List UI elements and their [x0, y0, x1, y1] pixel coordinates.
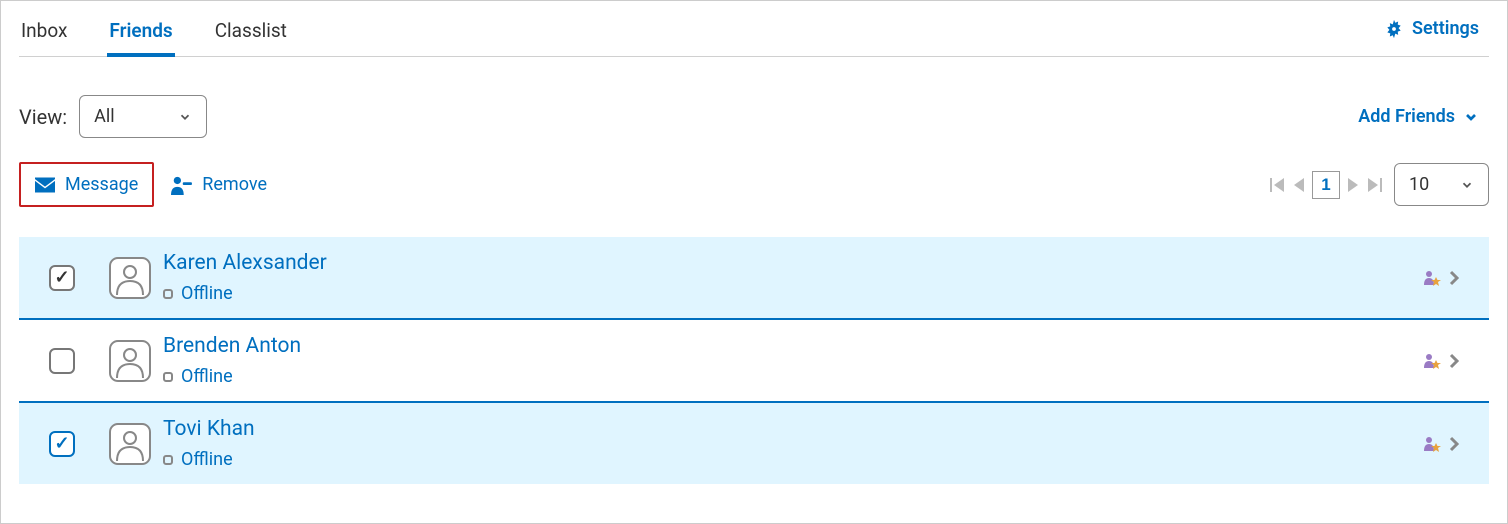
message-button[interactable]: Message: [19, 162, 154, 207]
check-icon: ✓: [54, 267, 69, 288]
message-label: Message: [65, 174, 138, 195]
friend-star-icon[interactable]: [1423, 269, 1441, 287]
view-selected-value: All: [94, 106, 115, 127]
chevron-right-icon[interactable]: [1449, 436, 1459, 452]
next-page-icon[interactable]: [1348, 178, 1358, 192]
view-select[interactable]: All: [79, 95, 207, 138]
status-dot-icon: [163, 372, 173, 382]
settings-link[interactable]: Settings: [1384, 18, 1489, 47]
chevron-right-icon[interactable]: [1449, 270, 1459, 286]
tab-classlist[interactable]: Classlist: [213, 9, 289, 56]
friend-row: ✓ Karen Alexsander Offline: [19, 237, 1489, 320]
chevron-right-icon[interactable]: [1449, 353, 1459, 369]
friend-star-icon[interactable]: [1423, 435, 1441, 453]
chevron-down-icon: [1460, 178, 1474, 192]
page-size-value: 10: [1409, 174, 1429, 195]
chevron-down-icon: [1463, 109, 1479, 125]
friend-name[interactable]: Brenden Anton: [163, 334, 1423, 358]
status-dot-icon: [163, 455, 173, 465]
tab-inbox[interactable]: Inbox: [19, 9, 69, 56]
chevron-down-icon: [178, 110, 192, 124]
avatar-icon: [109, 423, 151, 465]
friend-status: Offline: [181, 366, 233, 387]
friend-checkbox[interactable]: ✓: [49, 265, 75, 291]
friend-row: ✓ Tovi Khan Offline: [19, 403, 1489, 484]
friend-checkbox[interactable]: [49, 348, 75, 374]
page-input[interactable]: [1312, 171, 1340, 199]
last-page-icon[interactable]: [1366, 178, 1382, 192]
envelope-icon: [35, 177, 55, 193]
tab-friends[interactable]: Friends: [107, 9, 174, 56]
friend-name[interactable]: Tovi Khan: [163, 417, 1423, 441]
settings-label: Settings: [1412, 18, 1479, 39]
avatar-icon: [109, 340, 151, 382]
page-size-select[interactable]: 10: [1394, 163, 1489, 206]
status-dot-icon: [163, 289, 173, 299]
gear-icon: [1384, 19, 1404, 39]
friend-name[interactable]: Karen Alexsander: [163, 251, 1423, 275]
remove-button[interactable]: Remove: [164, 164, 273, 205]
add-friends-button[interactable]: Add Friends: [1358, 106, 1489, 127]
remove-label: Remove: [202, 174, 267, 195]
first-page-icon[interactable]: [1270, 178, 1286, 192]
check-icon: ✓: [54, 433, 69, 454]
friend-checkbox[interactable]: ✓: [49, 431, 75, 457]
avatar-icon: [109, 257, 151, 299]
remove-user-icon: [170, 175, 192, 195]
friend-status: Offline: [181, 283, 233, 304]
friend-row: Brenden Anton Offline: [19, 320, 1489, 403]
friend-star-icon[interactable]: [1423, 352, 1441, 370]
view-label: View:: [19, 105, 67, 129]
friend-status: Offline: [181, 449, 233, 470]
add-friends-label: Add Friends: [1358, 106, 1455, 127]
prev-page-icon[interactable]: [1294, 178, 1304, 192]
